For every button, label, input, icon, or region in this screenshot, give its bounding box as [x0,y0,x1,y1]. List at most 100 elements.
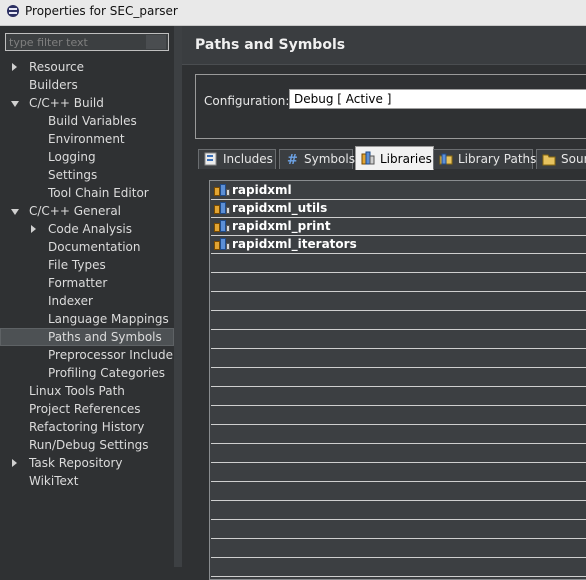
nav-item-label: Documentation [48,240,141,254]
nav-item-label: Resource [29,60,85,74]
nav-item-logging[interactable]: Logging [0,148,174,166]
library-name: rapidxml_utils [232,201,328,215]
nav-item-label: Code Analysis [48,222,132,236]
library-name: rapidxml_print [232,219,331,233]
tab-label: Sour [561,152,586,166]
nav-item-label: Task Repository [29,456,123,470]
expand-arrow-icon[interactable] [10,58,20,76]
nav-item-wikitext[interactable]: WikiText [0,472,174,490]
library-path-icon [439,152,453,166]
navigation-pane: Resource Builders C/C++ Build Build Variabl… [0,26,174,567]
nav-item-environment[interactable]: Environment [0,130,174,148]
tab-label: Symbols [304,152,355,166]
empty-list-row [211,349,586,368]
empty-list-row [211,558,586,577]
filter-box [5,33,169,51]
property-page: Paths and Symbols Configuration: Debug [… [182,26,586,580]
nav-item-label: Paths and Symbols [48,330,162,344]
library-name: rapidxml_iterators [232,237,357,251]
nav-item-label: Tool Chain Editor [48,186,149,200]
nav-item-label: WikiText [29,474,79,488]
configuration-group: Configuration: Debug [ Active ] [195,74,586,139]
library-name: rapidxml [232,183,292,197]
nav-item-tool-chain-editor[interactable]: Tool Chain Editor [0,184,174,202]
nav-item-run-debug-settings[interactable]: Run/Debug Settings [0,436,174,454]
nav-item-label: Linux Tools Path [29,384,125,398]
nav-item-formatter[interactable]: Formatter [0,274,174,292]
empty-list-row [211,254,586,273]
tab-libraries[interactable]: Libraries [355,146,434,170]
empty-list-row [211,463,586,482]
empty-list-row [211,539,586,558]
nav-item-label: Indexer [48,294,93,308]
configuration-label: Configuration: [204,94,290,108]
nav-item-profiling-categories[interactable]: Profiling Categories [0,364,174,382]
includes-icon [204,152,218,166]
empty-list-row [211,273,586,292]
tab-label: Includes [223,152,273,166]
property-page-tree: Resource Builders C/C++ Build Build Variabl… [0,58,174,490]
library-icon [214,202,230,215]
nav-item-resource[interactable]: Resource [0,58,174,76]
nav-item-label: C/C++ General [29,204,122,218]
nav-item-refactoring-history[interactable]: Refactoring History [0,418,174,436]
nav-item-documentation[interactable]: Documentation [0,238,174,256]
empty-list-row [211,501,586,520]
window-titlebar: Properties for SEC_parser [0,0,586,26]
tab-sour[interactable]: Sour [536,149,586,169]
empty-list-row [211,406,586,425]
clear-filter-button[interactable] [146,35,166,49]
library-icon [214,220,230,233]
expand-arrow-icon[interactable] [29,220,39,238]
nav-item-preprocessor-include-pa[interactable]: Preprocessor Include Pa [0,346,174,364]
page-title: Paths and Symbols [195,37,346,53]
pane-splitter[interactable] [174,26,182,567]
svg-text:#: # [287,153,298,166]
nav-item-label: C/C++ Build [29,96,104,110]
libraries-rows: rapidxml rapidxml_utils rapidxml_printrapi… [211,182,586,577]
nav-item-project-references[interactable]: Project References [0,400,174,418]
nav-item-build-variables[interactable]: Build Variables [0,112,174,130]
nav-item-linux-tools-path[interactable]: Linux Tools Path [0,382,174,400]
collapse-arrow-icon[interactable] [10,202,20,220]
configuration-select[interactable]: Debug [ Active ] [289,89,586,109]
nav-item-label: Settings [48,168,98,182]
tab-includes[interactable]: Includes [198,149,276,169]
nav-item-indexer[interactable]: Indexer [0,292,174,310]
nav-item-label: Builders [29,78,78,92]
empty-list-row [211,425,586,444]
nav-item-label: Language Mappings [48,312,169,326]
nav-item-c-c-build[interactable]: C/C++ Build [0,94,174,112]
nav-item-builders[interactable]: Builders [0,76,174,94]
library-row[interactable]: rapidxml [211,182,586,200]
nav-item-paths-and-symbols[interactable]: Paths and Symbols [0,328,174,346]
source-folder-icon [542,152,556,166]
nav-item-label: Logging [48,150,96,164]
tab-label: Library Paths [458,152,537,166]
nav-item-code-analysis[interactable]: Code Analysis [0,220,174,238]
nav-item-label: Formatter [48,276,108,290]
filter-input[interactable] [6,34,148,50]
tab-folder: Includes # Symbols Libraries Library Paths So… [195,146,586,580]
tab-strip: Includes # Symbols Libraries Library Paths So… [198,146,586,170]
library-icon [361,151,375,165]
empty-list-row [211,444,586,463]
page-header: Paths and Symbols [182,26,586,65]
library-row[interactable]: rapidxml_iterators [211,236,586,254]
tab-symbols[interactable]: # Symbols [279,149,355,169]
nav-item-language-mappings[interactable]: Language Mappings [0,310,174,328]
nav-item-label: Project References [29,402,141,416]
library-icon [214,238,230,251]
expand-arrow-icon[interactable] [10,454,20,472]
library-row[interactable]: rapidxml_utils [211,200,586,218]
nav-item-file-types[interactable]: File Types [0,256,174,274]
nav-item-label: Refactoring History [29,420,145,434]
nav-item-c-c-general[interactable]: C/C++ General [0,202,174,220]
collapse-arrow-icon[interactable] [10,94,20,112]
tab-library-paths[interactable]: Library Paths [433,149,537,169]
nav-item-settings[interactable]: Settings [0,166,174,184]
empty-list-row [211,368,586,387]
library-row[interactable]: rapidxml_print [211,218,586,236]
empty-list-row [211,311,586,330]
nav-item-task-repository[interactable]: Task Repository [0,454,174,472]
